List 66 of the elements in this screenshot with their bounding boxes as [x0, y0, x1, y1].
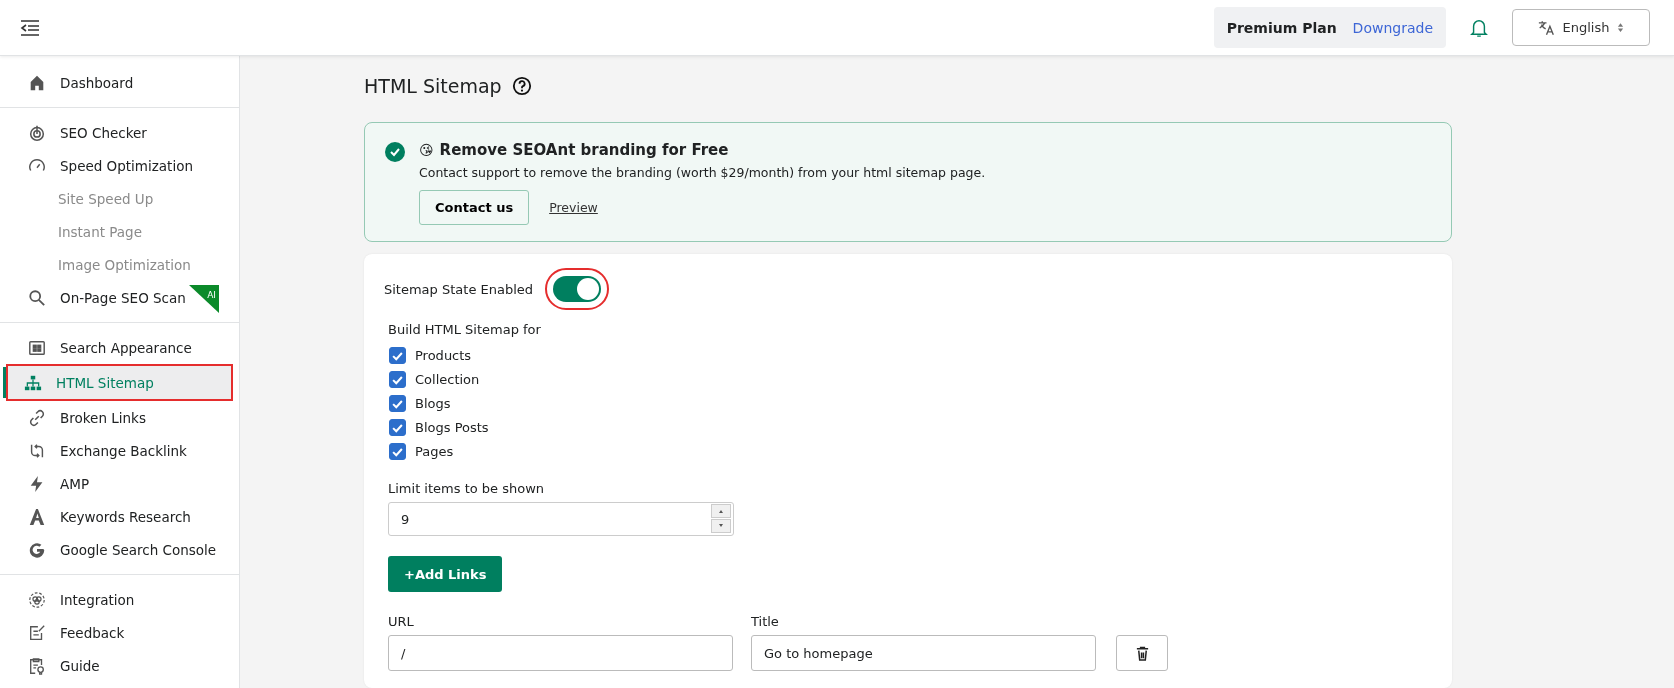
exchange-icon [28, 441, 46, 460]
link-icon [28, 408, 46, 427]
check-circle-icon [385, 142, 405, 162]
home-icon [28, 73, 46, 92]
checkbox[interactable] [389, 442, 406, 460]
downgrade-link[interactable]: Downgrade [1352, 19, 1433, 36]
field-label: Limit items to be shown [388, 481, 546, 496]
number-input[interactable]: 9 [388, 502, 734, 536]
preview-link[interactable]: Preview [549, 200, 598, 215]
sidebar-item[interactable]: Image Optimization [10, 248, 229, 281]
checkbox-label: Blogs Posts [415, 419, 489, 435]
sidebar-item[interactable]: HTML Sitemap [6, 364, 233, 401]
sidebar-item[interactable]: Site Speed Up [10, 182, 229, 215]
page-title: HTML Sitemap [364, 75, 502, 97]
checkbox-label: Pages [415, 443, 454, 459]
search-icon [28, 288, 46, 307]
checkbox-label: Products [415, 347, 472, 363]
sidebar-item[interactable]: SEO Checker [10, 116, 229, 149]
grid-icon [28, 338, 46, 357]
add-links-button[interactable]: +Add Links [388, 556, 503, 592]
sidebar-item[interactable]: Integration [10, 583, 229, 616]
feedback-icon [28, 623, 46, 642]
translate-icon [1537, 19, 1555, 36]
toggle-label: Sitemap State Enabled [384, 281, 534, 297]
field-label: Build HTML Sitemap for [388, 322, 542, 337]
integration-icon [28, 590, 46, 609]
sidebar-item[interactable]: Exchange Backlink [10, 434, 229, 467]
title-input[interactable]: Go to homepage [751, 635, 1096, 671]
sort-icon [1617, 22, 1625, 33]
language-select[interactable]: English [1512, 9, 1650, 46]
sidebar-item[interactable]: Instant Page [10, 215, 229, 248]
ai-badge: AI [189, 285, 219, 313]
sidebar-item[interactable]: On-Page SEO Scan AI [10, 281, 229, 314]
checkbox-label: Blogs [415, 395, 451, 411]
sidebar-item[interactable]: Speed Optimization [10, 149, 229, 182]
menu-collapse-icon[interactable] [20, 19, 40, 36]
checkbox[interactable] [389, 394, 406, 412]
checkbox[interactable] [389, 418, 406, 436]
letter-a-icon [28, 507, 46, 526]
banner-text: Contact support to remove the branding (worth $29/month) from your html sitemap page. [419, 165, 986, 180]
url-input[interactable]: / [388, 635, 733, 671]
sidebar-item[interactable]: AMP [10, 467, 229, 500]
plan-name: Premium Plan [1226, 19, 1337, 36]
field-label: Title [751, 614, 780, 629]
help-icon[interactable] [511, 76, 532, 96]
sidebar-item[interactable]: Google Search Console [10, 533, 229, 566]
sidebar-item[interactable]: Keywords Research [10, 500, 229, 533]
target-icon [28, 123, 46, 142]
sidebar-item[interactable]: Broken Links [10, 401, 229, 434]
bell-icon[interactable] [1470, 17, 1488, 38]
letter-g-icon [28, 540, 46, 559]
checkbox[interactable] [389, 346, 406, 364]
sidebar-item[interactable]: Guide [10, 649, 229, 682]
sidebar-item[interactable]: Search Appearance [10, 331, 229, 364]
checkbox[interactable] [389, 370, 406, 388]
sitemap-icon [24, 373, 42, 392]
checkbox-label: Collection [415, 371, 480, 387]
sidebar-item[interactable]: Dashboard [10, 66, 229, 99]
delete-button[interactable] [1116, 635, 1168, 671]
trash-icon [1134, 645, 1150, 661]
sidebar-item[interactable]: Feedback [10, 616, 229, 649]
guide-icon [28, 656, 46, 675]
emoji: 😘 [419, 142, 434, 158]
field-label: URL [388, 614, 415, 629]
contact-us-button[interactable]: Contact us [419, 190, 530, 225]
banner-title: Remove SEOAnt branding for Free [439, 141, 729, 159]
